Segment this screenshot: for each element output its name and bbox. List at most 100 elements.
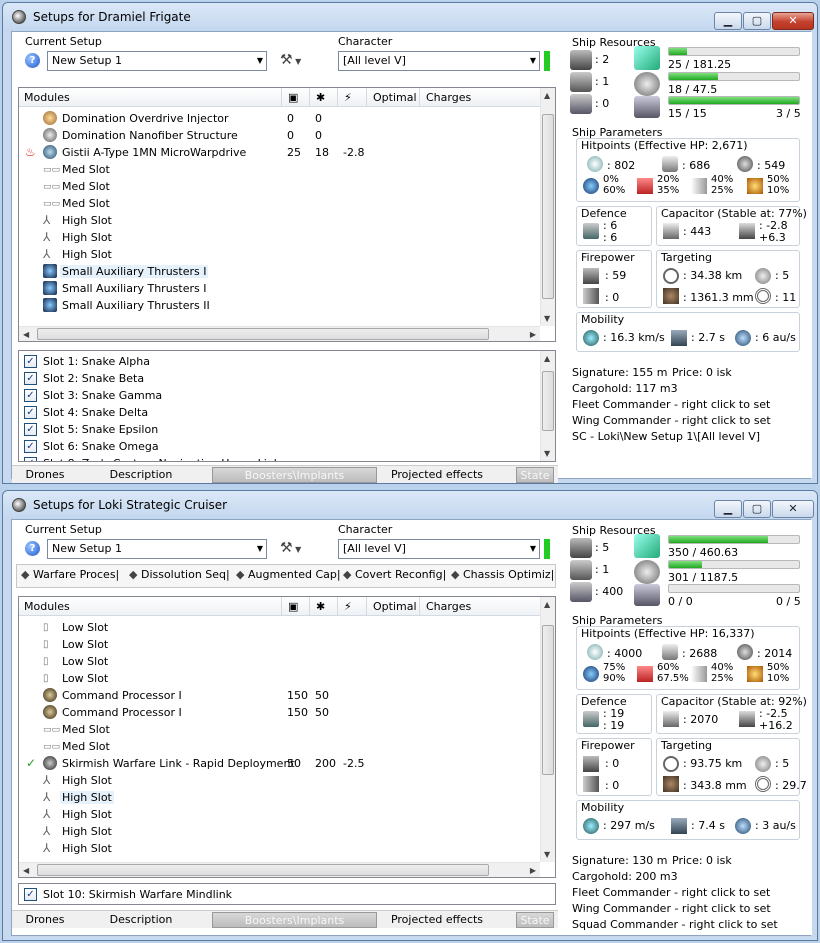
subsystem-electronics[interactable]: ◆ Covert Reconfig|: [343, 565, 446, 587]
module-row[interactable]: ⅄ High Slot: [19, 840, 539, 857]
modules-hscroll[interactable]: ◀ ▶: [19, 326, 540, 341]
modules-vscroll[interactable]: ▲ ▼: [540, 597, 555, 862]
tab-projected-effects[interactable]: Projected effects: [382, 467, 492, 483]
setup-select[interactable]: New Setup 1 ▼: [47, 539, 267, 559]
tab-boosters-implants[interactable]: Boosters\Implants: [212, 467, 377, 483]
subsystem-offensive[interactable]: ◆ Warfare Proces|: [21, 565, 119, 587]
scroll-down-icon[interactable]: ▼: [544, 449, 550, 458]
title-bar[interactable]: Setups for Dramiel Frigate ▁ ▢ ✕: [3, 3, 817, 31]
tab-drones[interactable]: Drones: [15, 467, 75, 483]
module-row[interactable]: Small Auxiliary Thrusters I: [19, 263, 539, 280]
capacitor-column-icon[interactable]: ⚡: [344, 91, 352, 104]
scroll-up-icon[interactable]: ▲: [544, 600, 550, 609]
implant-checkbox[interactable]: ✓: [24, 423, 37, 436]
active-state-icon[interactable]: ✓: [26, 756, 36, 770]
squad-commander[interactable]: Squad Commander - right click to set: [572, 918, 778, 931]
module-row[interactable]: ⅄ High Slot: [19, 806, 539, 823]
maximize-button[interactable]: ▢: [743, 500, 771, 518]
minimize-button[interactable]: ▁: [714, 500, 742, 518]
squad-commander[interactable]: SC - Loki\New Setup 1\[All level V]: [572, 430, 760, 443]
module-row[interactable]: ⅄ High Slot: [19, 246, 539, 263]
cpu-column-icon[interactable]: ▣: [288, 91, 298, 104]
help-icon[interactable]: ?: [25, 53, 40, 68]
implant-row[interactable]: ✓ Slot 4: Snake Delta: [19, 404, 539, 421]
scroll-thumb[interactable]: [542, 114, 554, 299]
fleet-commander[interactable]: Fleet Commander - right click to set: [572, 886, 770, 899]
module-row[interactable]: Small Auxiliary Thrusters II: [19, 297, 539, 314]
wing-commander[interactable]: Wing Commander - right click to set: [572, 902, 771, 915]
module-row[interactable]: ▯ Low Slot: [19, 636, 539, 653]
module-row[interactable]: ⅄ High Slot: [19, 789, 539, 806]
character-select[interactable]: [All level V] ▼: [338, 539, 540, 559]
implant-checkbox[interactable]: ✓: [24, 457, 37, 461]
module-row[interactable]: Command Processor I 150 50: [19, 687, 539, 704]
tab-description[interactable]: Description: [82, 912, 200, 928]
charges-column-header[interactable]: Charges: [426, 600, 471, 613]
scroll-right-icon[interactable]: ▶: [530, 866, 536, 875]
module-row[interactable]: ⅄ High Slot: [19, 229, 539, 246]
optimal-column-header[interactable]: Optimal: [373, 600, 417, 613]
fleet-commander[interactable]: Fleet Commander - right click to set: [572, 398, 770, 411]
implants-vscroll[interactable]: ▲ ▼: [540, 351, 555, 461]
scroll-right-icon[interactable]: ▶: [530, 330, 536, 339]
implant-row[interactable]: ✓ Slot 6: Snake Omega: [19, 438, 539, 455]
tab-boosters-implants[interactable]: Boosters\Implants: [212, 912, 377, 928]
scroll-thumb[interactable]: [37, 328, 489, 340]
module-row[interactable]: ▯ Low Slot: [19, 670, 539, 687]
implant-checkbox[interactable]: ✓: [24, 389, 37, 402]
subsystem-defensive[interactable]: ◆ Chassis Optimiz|: [451, 565, 554, 587]
module-row[interactable]: ▯ Low Slot: [19, 619, 539, 636]
title-bar[interactable]: Setups for Loki Strategic Cruiser ▁ ▢ ✕: [3, 491, 817, 519]
module-row[interactable]: ⅄ High Slot: [19, 823, 539, 840]
scroll-down-icon[interactable]: ▼: [544, 850, 550, 859]
tab-state[interactable]: State: [516, 912, 554, 928]
implant-checkbox[interactable]: ✓: [24, 355, 37, 368]
modules-column-header[interactable]: Modules: [24, 600, 70, 613]
scroll-thumb[interactable]: [542, 371, 554, 431]
modules-column-header[interactable]: Modules: [24, 91, 70, 104]
implant-checkbox[interactable]: ✓: [24, 440, 37, 453]
scroll-left-icon[interactable]: ◀: [23, 866, 29, 875]
scroll-left-icon[interactable]: ◀: [23, 330, 29, 339]
implant-checkbox[interactable]: ✓: [24, 372, 37, 385]
powergrid-column-icon[interactable]: ✱: [316, 600, 325, 613]
module-row[interactable]: Small Auxiliary Thrusters I: [19, 280, 539, 297]
implant-row[interactable]: ✓ Slot 3: Snake Gamma: [19, 387, 539, 404]
tab-projected-effects[interactable]: Projected effects: [382, 912, 492, 928]
implant-row[interactable]: ✓ Slot 1: Snake Alpha: [19, 353, 539, 370]
implant-checkbox[interactable]: ✓: [24, 406, 37, 419]
module-row[interactable]: ✓ Skirmish Warfare Link - Rapid Deploymen…: [19, 755, 539, 772]
implants-list[interactable]: ✓ Slot 1: Snake Alpha ✓ Slot 2: Snake Beta ✓…: [18, 350, 556, 462]
implant-row[interactable]: ✓ Slot 8: Zor's Custom Navigation Hyper-L…: [19, 455, 539, 461]
close-button[interactable]: ✕: [772, 12, 814, 30]
modules-list[interactable]: Modules ▣ ✱ ⚡ Optimal Charges ▯ Low Slot ▯…: [18, 596, 556, 878]
help-icon[interactable]: ?: [25, 541, 40, 556]
module-row[interactable]: ▭▭ Med Slot: [19, 738, 539, 755]
setup-tools-icon[interactable]: ⚒ ▼: [280, 52, 301, 68]
tab-drones[interactable]: Drones: [15, 912, 75, 928]
setup-select[interactable]: New Setup 1 ▼: [47, 51, 267, 71]
module-row[interactable]: ▭▭ Med Slot: [19, 721, 539, 738]
scroll-thumb[interactable]: [37, 864, 489, 876]
implant-row[interactable]: ✓ Slot 10: Skirmish Warfare Mindlink: [19, 886, 539, 903]
close-button[interactable]: ✕: [772, 500, 814, 518]
optimal-column-header[interactable]: Optimal: [373, 91, 417, 104]
implant-row[interactable]: ✓ Slot 2: Snake Beta: [19, 370, 539, 387]
module-row[interactable]: ⅄ High Slot: [19, 772, 539, 789]
module-row[interactable]: Domination Nanofiber Structure 0 0: [19, 127, 539, 144]
overheat-icon[interactable]: ♨: [25, 145, 36, 159]
modules-list[interactable]: Modules ▣ ✱ ⚡ Optimal Charges Domination…: [18, 87, 556, 342]
minimize-button[interactable]: ▁: [714, 12, 742, 30]
cpu-column-icon[interactable]: ▣: [288, 600, 298, 613]
maximize-button[interactable]: ▢: [743, 12, 771, 30]
implant-checkbox[interactable]: ✓: [24, 888, 37, 901]
module-row[interactable]: Domination Overdrive Injector 0 0: [19, 110, 539, 127]
modules-hscroll[interactable]: ◀ ▶: [19, 862, 540, 877]
subsystem-engineering[interactable]: ◆ Augmented Cap|: [236, 565, 341, 587]
implant-row[interactable]: ✓ Slot 5: Snake Epsilon: [19, 421, 539, 438]
wing-commander[interactable]: Wing Commander - right click to set: [572, 414, 771, 427]
charges-column-header[interactable]: Charges: [426, 91, 471, 104]
module-row[interactable]: ▭▭ Med Slot: [19, 195, 539, 212]
subsystem-propulsion[interactable]: ◆ Dissolution Seq|: [129, 565, 230, 587]
tab-description[interactable]: Description: [82, 467, 200, 483]
